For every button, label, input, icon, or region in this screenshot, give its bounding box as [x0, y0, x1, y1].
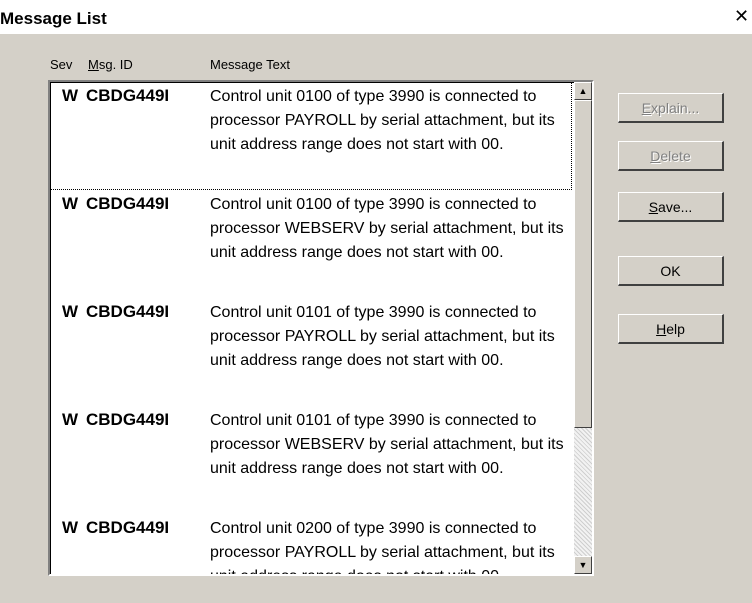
scrollbar-thumb[interactable]: [574, 100, 592, 428]
row-severity: W: [62, 194, 79, 213]
save-button[interactable]: Save...: [618, 192, 724, 222]
explain-label: xplain...: [651, 99, 700, 116]
delete-mnemonic: D: [650, 147, 661, 164]
table-row[interactable]: W CBDG449I Control unit 0101 of type 399…: [50, 406, 572, 514]
save-mnemonic: S: [648, 198, 659, 215]
delete-button[interactable]: Delete: [618, 141, 724, 171]
table-row[interactable]: W CBDG449I Control unit 0100 of type 399…: [50, 82, 572, 190]
row-message-text: Control unit 0200 of type 3990 is connec…: [210, 520, 555, 574]
row-severity: W: [62, 302, 79, 321]
help-button[interactable]: Help: [618, 314, 724, 344]
row-severity: W: [62, 518, 79, 537]
table-row[interactable]: W CBDG449I Control unit 0200 of type 399…: [50, 514, 572, 574]
message-listbox[interactable]: W CBDG449I Control unit 0100 of type 399…: [48, 80, 594, 576]
row-message-text: Control unit 0100 of type 3990 is connec…: [210, 196, 564, 261]
ok-button[interactable]: OK: [618, 256, 724, 286]
msg-id-header-rest: sg. ID: [98, 57, 133, 72]
row-severity: W: [62, 410, 79, 429]
close-icon[interactable]: ✕: [734, 7, 752, 25]
row-msg-id: CBDG449I: [86, 86, 170, 105]
msg-id-mnemonic: M: [88, 57, 99, 72]
title-bar: Message List ✕: [0, 0, 752, 34]
row-message-text: Control unit 0101 of type 3990 is connec…: [210, 412, 564, 477]
column-header-sev: Sev: [50, 57, 73, 72]
save-label: ave...: [658, 198, 693, 215]
row-msg-id: CBDG449I: [86, 302, 170, 321]
window-title: Message List: [0, 9, 107, 28]
delete-label: elete: [660, 147, 691, 164]
row-message-text: Control unit 0101 of type 3990 is connec…: [210, 304, 555, 369]
row-msg-id: CBDG449I: [86, 518, 170, 537]
column-header-msg-id: Msg. ID: [88, 57, 133, 72]
row-msg-id: CBDG449I: [86, 194, 170, 213]
explain-mnemonic: E: [641, 99, 652, 116]
help-label: elp: [666, 320, 685, 337]
message-rows: W CBDG449I Control unit 0100 of type 399…: [50, 82, 572, 574]
help-mnemonic: H: [656, 320, 667, 337]
scroll-down-icon[interactable]: ▼: [574, 556, 592, 574]
column-header-message-text: Message Text: [210, 57, 290, 72]
explain-button[interactable]: Explain...: [618, 93, 724, 123]
row-message-text: Control unit 0100 of type 3990 is connec…: [210, 88, 555, 153]
message-list-dialog: Message List ✕ Sev Msg. ID Message Text …: [0, 0, 752, 603]
table-row[interactable]: W CBDG449I Control unit 0100 of type 399…: [50, 190, 572, 298]
row-msg-id: CBDG449I: [86, 410, 170, 429]
vertical-scrollbar[interactable]: ▲ ▼: [574, 82, 592, 574]
table-row[interactable]: W CBDG449I Control unit 0101 of type 399…: [50, 298, 572, 406]
scroll-up-icon[interactable]: ▲: [574, 82, 592, 100]
row-severity: W: [62, 86, 79, 105]
